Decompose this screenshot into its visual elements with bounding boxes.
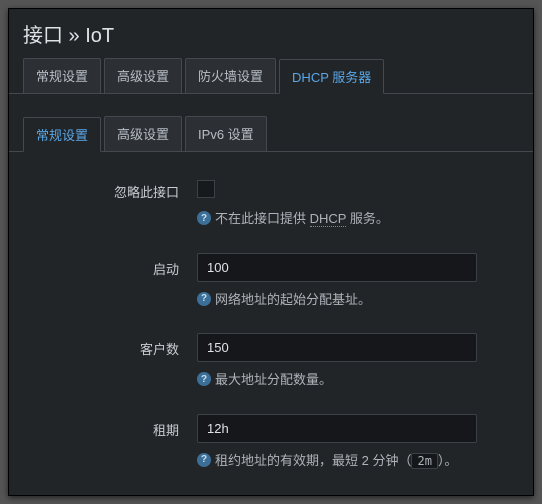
settings-panel: 接口 » IoT 常规设置 高级设置 防火墙设置 DHCP 服务器 常规设置 高… [8,8,534,496]
tab-general[interactable]: 常规设置 [23,58,101,93]
input-limit[interactable] [197,333,477,362]
help-icon: ? [197,211,211,225]
checkbox-ignore[interactable] [197,180,215,198]
hint-ignore: ? 不在此接口提供 DHCP 服务。 [197,209,515,229]
hint-dotted-dhcp: DHCP [310,211,347,227]
tab-firewall[interactable]: 防火墙设置 [185,58,276,93]
hint-text: 网络地址的起始分配基址。 [215,290,371,310]
label-ignore: 忽略此接口 [27,176,197,201]
hint-lease: ? 租约地址的有效期，最短 2 分钟（2m）。 [197,451,515,471]
row-lease: 租期 ? 租约地址的有效期，最短 2 分钟（2m）。 [27,414,515,489]
inner-tabs: 常规设置 高级设置 IPv6 设置 [9,116,533,152]
subtab-advanced[interactable]: 高级设置 [104,116,182,151]
help-icon: ? [197,292,211,306]
label-limit: 客户数 [27,333,197,358]
row-ignore: 忽略此接口 ? 不在此接口提供 DHCP 服务。 [27,176,515,247]
tab-dhcp-server[interactable]: DHCP 服务器 [279,59,384,94]
subtab-general[interactable]: 常规设置 [23,117,101,152]
hint-text: ）。 [438,453,458,468]
row-limit: 客户数 ? 最大地址分配数量。 [27,333,515,408]
tab-advanced[interactable]: 高级设置 [104,58,182,93]
page-title: 接口 » IoT [9,9,533,58]
input-start[interactable] [197,253,477,282]
subtab-ipv6[interactable]: IPv6 设置 [185,116,267,151]
label-start: 启动 [27,253,197,278]
hint-text: 不在此接口提供 [215,211,310,226]
help-icon: ? [197,372,211,386]
input-lease[interactable] [197,414,477,443]
row-start: 启动 ? 网络地址的起始分配基址。 [27,253,515,328]
hint-start: ? 网络地址的起始分配基址。 [197,290,515,310]
hint-text: 租约地址的有效期，最短 2 分钟（ [215,453,411,468]
hint-code: 2m [411,453,437,469]
hint-text: 服务。 [346,211,389,226]
help-icon: ? [197,453,211,467]
label-lease: 租期 [27,414,197,439]
outer-tabs: 常规设置 高级设置 防火墙设置 DHCP 服务器 [9,58,533,94]
hint-limit: ? 最大地址分配数量。 [197,370,515,390]
hint-text: 最大地址分配数量。 [215,370,332,390]
form-area: 忽略此接口 ? 不在此接口提供 DHCP 服务。 启动 ? 网络地址的起始分配基… [9,152,533,488]
